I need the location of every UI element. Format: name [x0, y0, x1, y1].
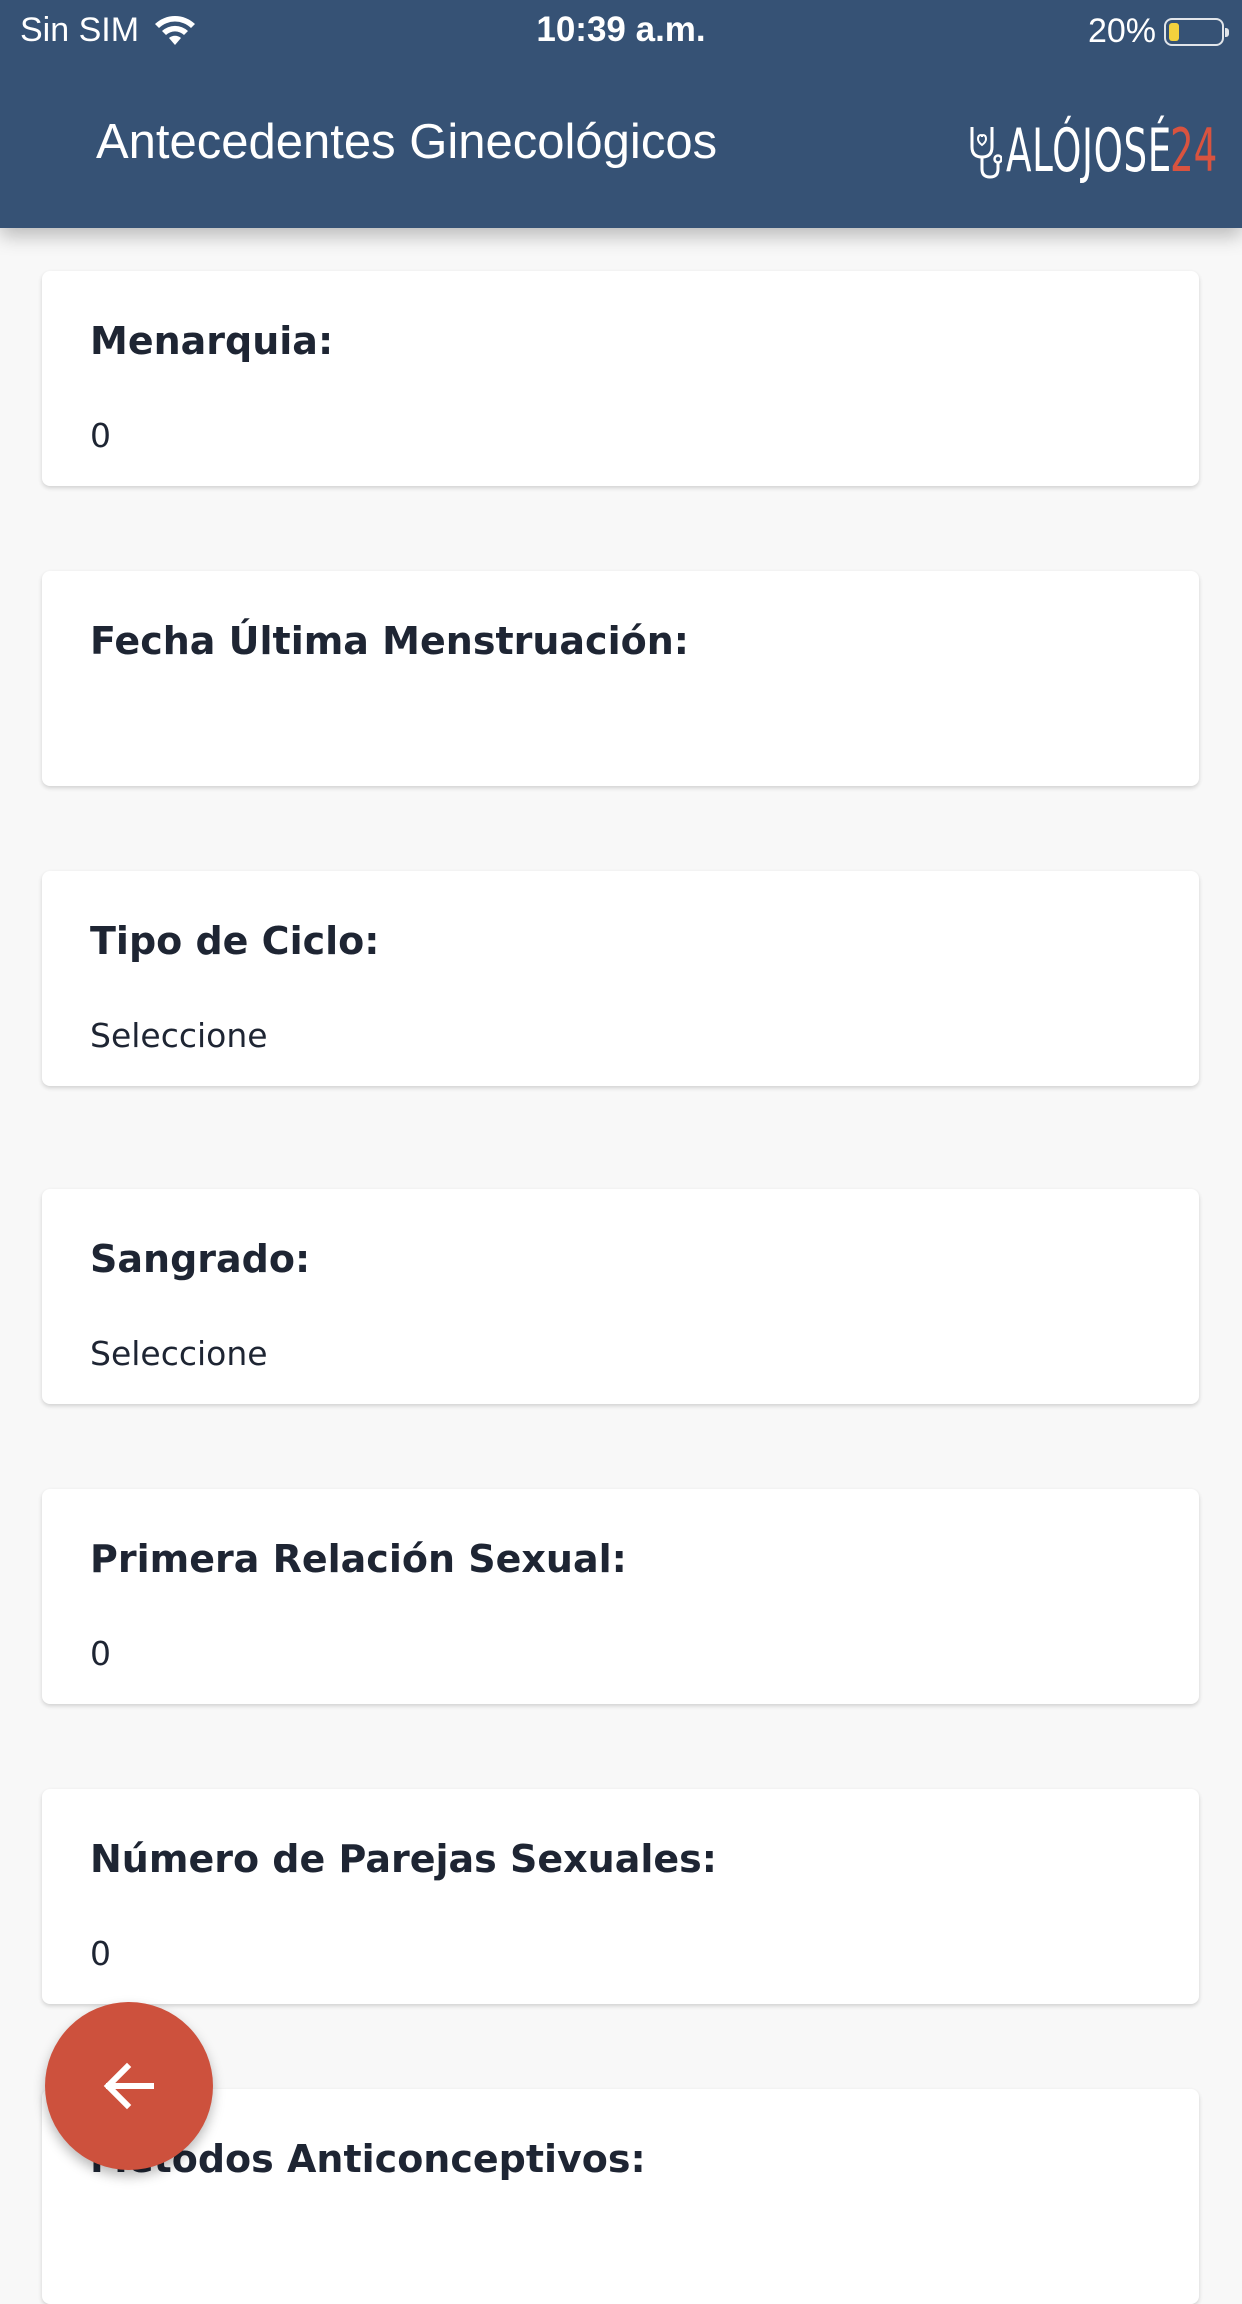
field-card-tipo-de-ciclo[interactable]: Tipo de Ciclo: Seleccione [42, 871, 1199, 1086]
field-label: Sangrado: [90, 1237, 311, 1281]
arrow-left-icon [103, 2062, 154, 2110]
field-card-metodos-anticonceptivos[interactable]: Métodos Anticonceptivos: [42, 2089, 1199, 2304]
field-value: 0 [90, 1634, 111, 1673]
fields-list: Menarquia: 0 Fecha Última Menstruación: … [0, 0, 1242, 2304]
field-card-fecha-ultima-menstruacion[interactable]: Fecha Última Menstruación: [42, 571, 1199, 786]
field-card-numero-de-parejas-sexuales[interactable]: Número de Parejas Sexuales: 0 [42, 1789, 1199, 2004]
battery-level [1169, 22, 1179, 41]
logo-number: 24 [1170, 116, 1218, 186]
field-label: Tipo de Ciclo: [90, 919, 380, 963]
field-card-sangrado[interactable]: Sangrado: Seleccione [42, 1189, 1199, 1404]
field-label: Primera Relación Sexual: [90, 1537, 627, 1581]
battery-icon [1164, 17, 1229, 46]
field-label: Menarquia: [90, 319, 334, 363]
field-label: Número de Parejas Sexuales: [90, 1837, 717, 1881]
status-time: 10:39 a.m. [536, 10, 706, 49]
status-bar: Sin SIM 10:39 a.m. 20% [0, 0, 1242, 62]
field-card-menarquia[interactable]: Menarquia: 0 [42, 271, 1199, 486]
battery-indicator: 20% [1087, 12, 1229, 51]
page-title: Antecedentes Ginecológicos [96, 115, 718, 169]
stethoscope-icon [970, 127, 1002, 179]
logo-text: ALÓJOSÉ [1006, 116, 1172, 186]
field-card-primera-relacion-sexual[interactable]: Primera Relación Sexual: 0 [42, 1489, 1199, 1704]
back-button[interactable] [45, 2002, 213, 2170]
app-header: Sin SIM 10:39 a.m. 20% Antecedentes Gine… [0, 0, 1242, 228]
field-value: 0 [90, 1934, 111, 1973]
field-value: 0 [90, 416, 111, 455]
app-logo: ALÓJOSÉ 24 [966, 116, 1218, 186]
field-value: Seleccione [90, 1334, 268, 1373]
battery-percent: 20% [1087, 12, 1156, 50]
field-label: Fecha Última Menstruación: [90, 619, 689, 663]
field-value: Seleccione [90, 1016, 268, 1055]
